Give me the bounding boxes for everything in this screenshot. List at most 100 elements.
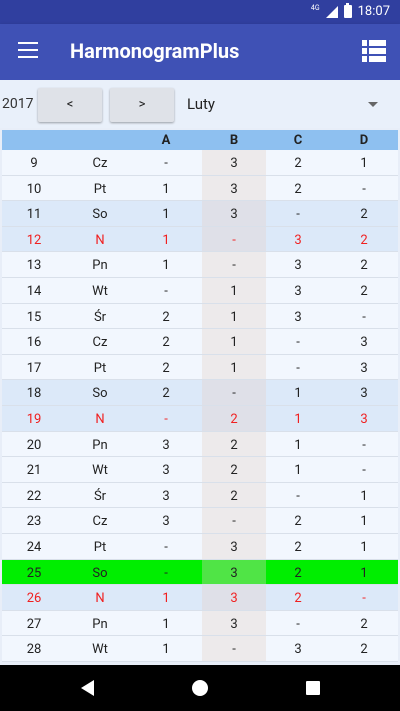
day-cell: 21 (26, 463, 42, 479)
table-row[interactable]: 23 Cz 3 - 2 1 (2, 508, 398, 534)
shift-d-cell: 2 (360, 232, 368, 248)
shift-a-cell: 3 (162, 463, 170, 479)
weekday-cell: So (92, 565, 108, 581)
shift-b-cell: 3 (230, 181, 238, 197)
table-row[interactable]: 20 Pn 3 2 1 - (2, 431, 398, 458)
shift-b-cell: - (232, 386, 236, 402)
shift-c-cell: - (296, 360, 300, 376)
next-month-button[interactable]: > (110, 88, 174, 122)
table-row[interactable]: 12 N 1 - 3 2 (2, 226, 398, 253)
shift-b-cell: 3 (230, 591, 238, 607)
weekday-cell: Wt (92, 283, 108, 299)
table-row[interactable]: 22 Śr 3 2 - 1 (2, 482, 398, 509)
column-header-a: A (161, 133, 171, 148)
shift-c-cell: 3 (294, 258, 302, 274)
shift-a-cell: 2 (162, 309, 170, 325)
table-row[interactable]: 14 Wt - 1 3 2 (2, 277, 398, 304)
column-header-c: C (293, 133, 303, 148)
menu-icon[interactable] (18, 42, 38, 58)
table-row[interactable]: 9 Cz - 3 2 1 (2, 150, 398, 176)
controls-bar: 2017 < > Luty (0, 80, 400, 128)
weekday-cell: Cz (92, 335, 108, 351)
table-row[interactable]: 17 Pt 2 1 - 3 (2, 354, 398, 381)
shift-c-cell: 2 (294, 514, 302, 530)
table-row[interactable]: 27 Pn 1 3 - 2 (2, 610, 398, 637)
day-cell: 14 (26, 283, 42, 299)
home-icon[interactable] (192, 680, 208, 696)
dropdown-arrow-icon[interactable] (368, 102, 378, 107)
table-row[interactable]: 21 Wt 3 2 1- (2, 457, 398, 483)
shift-a-cell: 2 (162, 335, 170, 351)
table-row[interactable]: 25 So - 3 2 1 (2, 559, 398, 586)
shift-a-cell: - (164, 539, 168, 555)
day-cell: 13 (26, 258, 42, 274)
weekday-cell: Pn (92, 616, 108, 632)
shift-a-cell: 2 (162, 360, 170, 376)
app-bar: HarmonogramPlus (0, 24, 400, 80)
weekday-cell: Śr (93, 309, 107, 325)
back-icon[interactable] (81, 680, 94, 696)
status-bar: 4G 18:07 (0, 0, 400, 24)
day-cell: 11 (26, 207, 42, 223)
weekday-cell: N (95, 232, 105, 248)
table-row[interactable]: 24 Pt - 3 2 1 (2, 533, 398, 560)
shift-a-cell: 3 (162, 514, 170, 530)
table-row[interactable]: 10 Pt 1 3 2 - (2, 175, 398, 202)
shift-b-cell: 3 (230, 539, 238, 555)
shift-d-cell: 3 (360, 335, 368, 351)
day-cell: 18 (26, 386, 42, 402)
shift-a-cell: 1 (162, 616, 170, 632)
schedule-table: 9 Cz -3 2 1 10 Pt 1 3 2-11 So 1 3-2 12 N 1-3 2 13 Pn 1-3 2 14… (2, 150, 398, 662)
shift-d-cell: 2 (360, 207, 368, 223)
table-row[interactable]: 28 Wt 1 - 3 2 (2, 636, 398, 662)
shift-b-cell: 3 (230, 565, 238, 581)
day-cell: 20 (26, 437, 42, 453)
shift-c-cell: 3 (294, 283, 302, 299)
shift-b-cell: 2 (230, 463, 238, 479)
previous-month-button[interactable]: < (38, 88, 102, 122)
weekday-cell: So (92, 386, 108, 402)
column-header-b: B (229, 133, 239, 148)
day-cell: 19 (26, 411, 42, 427)
shift-c-cell: 3 (294, 642, 302, 658)
weekday-cell: Pt (93, 181, 107, 197)
status-time: 18:07 (357, 4, 390, 19)
table-row[interactable]: 15 Śr 2 1 3 - (2, 303, 398, 330)
day-cell: 12 (26, 232, 42, 248)
shift-d-cell: - (362, 309, 366, 325)
shift-a-cell: 2 (162, 386, 170, 402)
day-cell: 15 (26, 309, 42, 325)
shift-a-cell: - (164, 156, 168, 171)
table-row[interactable]: 19 N - 2 1 3 (2, 405, 398, 432)
shift-c-cell: 1 (294, 411, 302, 427)
shift-a-cell: 1 (162, 232, 170, 248)
shift-d-cell: 2 (360, 642, 368, 658)
day-cell: 16 (26, 335, 42, 351)
shift-a-cell: 1 (162, 258, 170, 274)
app-title: HarmonogramPlus (70, 39, 240, 63)
weekday-cell: Pn (92, 258, 108, 274)
shift-c-cell: 1 (294, 386, 302, 402)
table-row[interactable]: 13 Pn 1 - 3 2 (2, 252, 398, 278)
shift-d-cell: 2 (360, 258, 368, 274)
shift-c-cell: 2 (294, 181, 302, 197)
shift-a-cell: - (164, 565, 168, 581)
day-cell: 9 (30, 156, 38, 171)
recent-apps-icon[interactable] (306, 681, 320, 695)
table-row[interactable]: 26 N 1 3 2 - (2, 585, 398, 611)
list-view-icon[interactable] (362, 40, 386, 62)
shift-d-cell: 3 (360, 360, 368, 376)
network-type: 4G (310, 3, 320, 12)
shift-a-cell: 1 (162, 642, 170, 658)
shift-a-cell: - (164, 283, 168, 299)
day-cell: 25 (26, 565, 42, 581)
shift-a-cell: 1 (162, 591, 170, 607)
table-row[interactable]: 18 So 2 - 1 3 (2, 380, 398, 406)
shift-d-cell: - (362, 591, 366, 607)
month-select[interactable]: Luty (187, 95, 215, 113)
weekday-cell: Cz (92, 156, 108, 171)
shift-c-cell: - (296, 207, 300, 223)
table-row[interactable]: 11 So 1 3 - 2 (2, 201, 398, 227)
table-row[interactable]: 16 Cz 2 1 - 3 (2, 329, 398, 355)
shift-c-cell: 2 (294, 591, 302, 607)
